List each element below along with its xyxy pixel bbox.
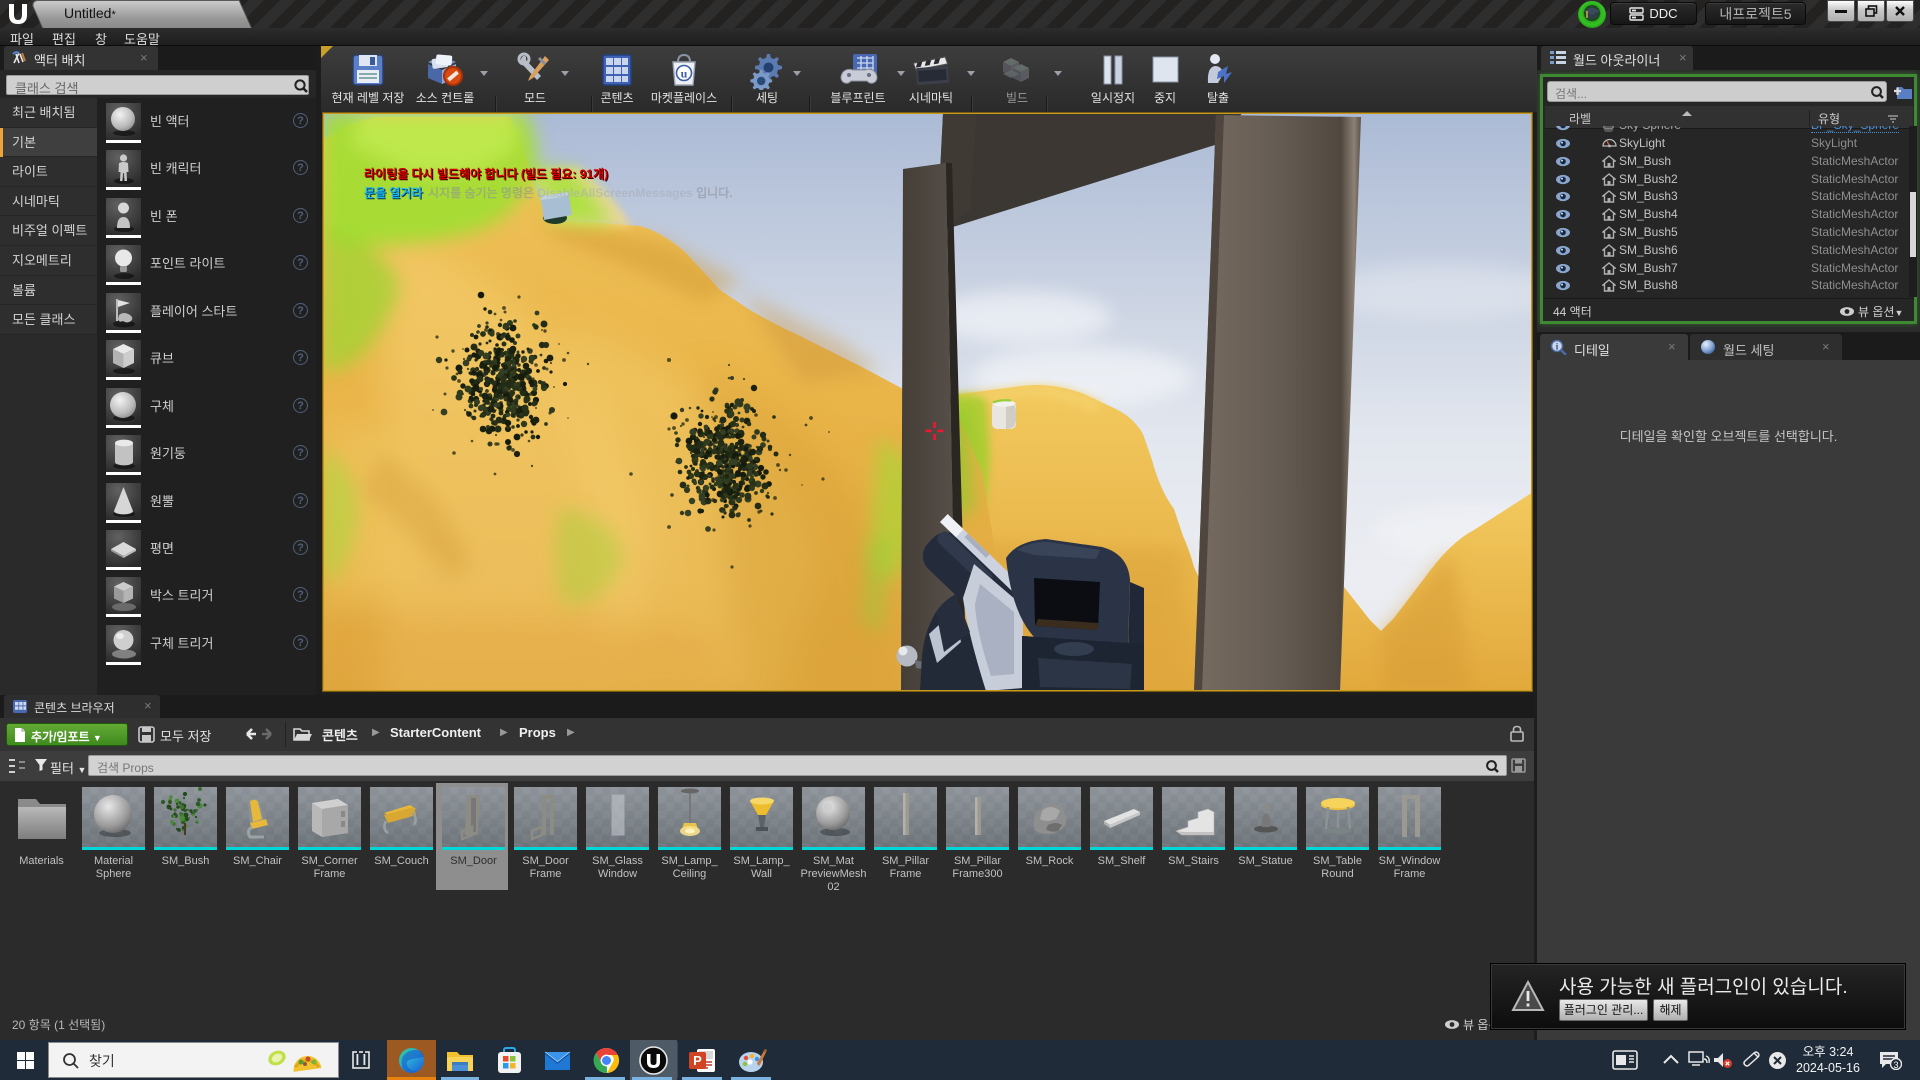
svg-text:P: P: [693, 1053, 702, 1068]
svg-text:u: u: [681, 67, 688, 81]
svg-text:3: 3: [1893, 1060, 1898, 1070]
